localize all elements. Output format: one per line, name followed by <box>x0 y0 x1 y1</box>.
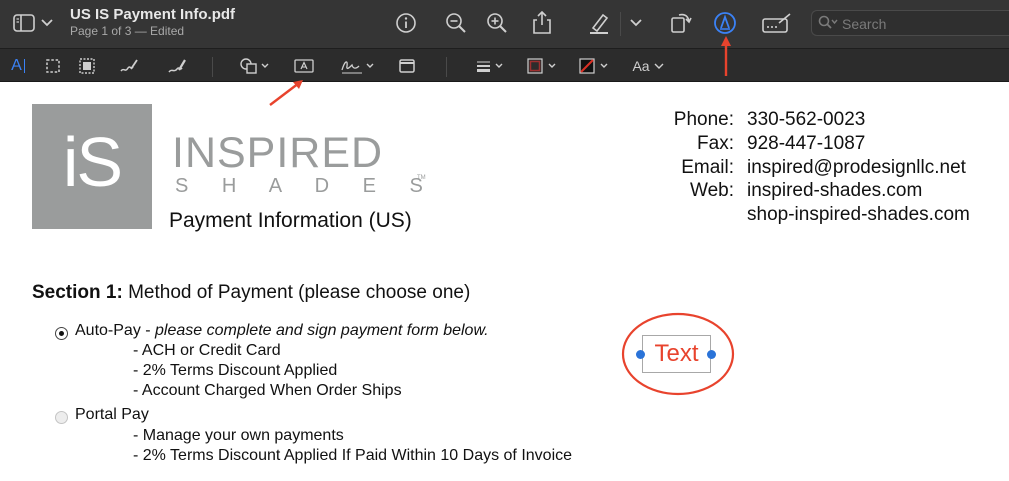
text-box-content: Text <box>654 340 699 367</box>
contact-label-email: Email: <box>681 157 734 178</box>
contact-value-email: inspired@prodesignllc.net <box>747 157 966 178</box>
rotate-icon[interactable] <box>668 9 694 35</box>
text-box-resize-handle-right[interactable] <box>707 350 716 359</box>
logo-mark: iS <box>62 123 123 201</box>
markup-divider <box>212 57 213 77</box>
auto-pay-bullet: - Account Charged When Order Ships <box>133 382 402 399</box>
document-subtitle: Page 1 of 3 — Edited <box>70 24 185 38</box>
logo-trademark: TM <box>417 175 426 181</box>
portal-pay-label: Portal Pay <box>75 406 149 423</box>
markup-toolbar: A Aa <box>0 48 1009 82</box>
rect-selection-icon[interactable] <box>44 57 62 75</box>
logo-wordmark: INSPIRED <box>172 129 384 177</box>
section-title: Section 1: Method of Payment (please cho… <box>32 282 470 304</box>
info-icon[interactable] <box>394 11 418 35</box>
line-style-icon[interactable] <box>474 57 506 75</box>
arrow-to-markup-icon <box>721 36 731 76</box>
text-style-label: Aa <box>632 58 650 74</box>
window-toolbar: US IS Payment Info.pdf Page 1 of 3 — Edi… <box>0 0 1009 48</box>
contact-label-fax: Fax: <box>697 133 734 154</box>
search-icon <box>818 15 838 31</box>
portal-pay-radio[interactable] <box>55 411 68 424</box>
zoom-in-icon[interactable] <box>485 11 509 35</box>
sidebar-menu-chevron-down-icon[interactable] <box>40 16 54 30</box>
search-field[interactable]: Search <box>811 10 1009 36</box>
toolbar-divider <box>620 12 621 36</box>
auto-pay-bullet: - ACH or Credit Card <box>133 342 281 359</box>
contact-value-web: inspired-shades.com <box>747 180 923 201</box>
logo-tagline: S H A D E S <box>175 175 437 197</box>
smart-lasso-icon[interactable] <box>78 57 96 75</box>
document-page: iS INSPIRED S H A D E S TM Payment Infor… <box>0 82 1009 481</box>
text-selection-glyph: A <box>11 57 22 74</box>
auto-pay-label: Auto-Pay <box>75 322 141 339</box>
form-fill-icon[interactable] <box>762 10 792 36</box>
signature-icon[interactable] <box>340 56 376 76</box>
company-logo: iS <box>32 104 152 229</box>
sidebar-icon[interactable] <box>12 13 36 33</box>
zoom-out-icon[interactable] <box>444 11 468 35</box>
auto-pay-separator: - <box>140 322 156 339</box>
auto-pay-label-line: Auto-Pay - please complete and sign paym… <box>75 322 489 340</box>
arrow-to-text-box-icon <box>269 80 303 106</box>
highlight-options-chevron-down-icon[interactable] <box>629 16 643 30</box>
search-placeholder: Search <box>842 16 887 32</box>
section-title-rest: Method of Payment (please choose one) <box>122 282 471 303</box>
fill-color-icon[interactable] <box>578 57 612 75</box>
share-icon[interactable] <box>530 9 554 35</box>
highlight-pen-icon[interactable] <box>586 10 612 36</box>
text-selection-icon[interactable]: A <box>9 56 29 76</box>
note-icon[interactable] <box>397 57 417 75</box>
auto-pay-bullet: - 2% Terms Discount Applied <box>133 362 338 379</box>
auto-pay-radio[interactable] <box>55 327 68 340</box>
page-heading: Payment Information (US) <box>169 209 412 232</box>
sketch-icon[interactable] <box>118 56 140 76</box>
markup-icon[interactable] <box>712 10 738 36</box>
auto-pay-note: please complete and sign payment form be… <box>155 322 489 339</box>
border-color-icon[interactable] <box>526 57 560 75</box>
text-box-resize-handle-left[interactable] <box>636 350 645 359</box>
contact-label-phone: Phone: <box>673 109 734 130</box>
contact-value-shop: shop-inspired-shades.com <box>747 204 970 225</box>
shapes-icon[interactable] <box>238 56 272 76</box>
section-title-bold: Section 1: <box>32 282 123 303</box>
contact-value-phone: 330-562-0023 <box>747 109 866 130</box>
text-style-icon[interactable]: Aa <box>630 57 666 75</box>
markup-divider <box>446 57 447 77</box>
contact-label-web: Web: <box>689 180 734 201</box>
text-box-annotation[interactable]: Text <box>642 335 711 373</box>
document-title: US IS Payment Info.pdf <box>70 6 236 23</box>
portal-pay-bullet: - Manage your own payments <box>133 427 344 444</box>
draw-icon[interactable] <box>166 56 188 76</box>
contact-value-fax: 928-447-1087 <box>747 133 866 154</box>
portal-pay-bullet: - 2% Terms Discount Applied If Paid With… <box>133 447 573 464</box>
text-box-icon[interactable] <box>293 57 315 75</box>
